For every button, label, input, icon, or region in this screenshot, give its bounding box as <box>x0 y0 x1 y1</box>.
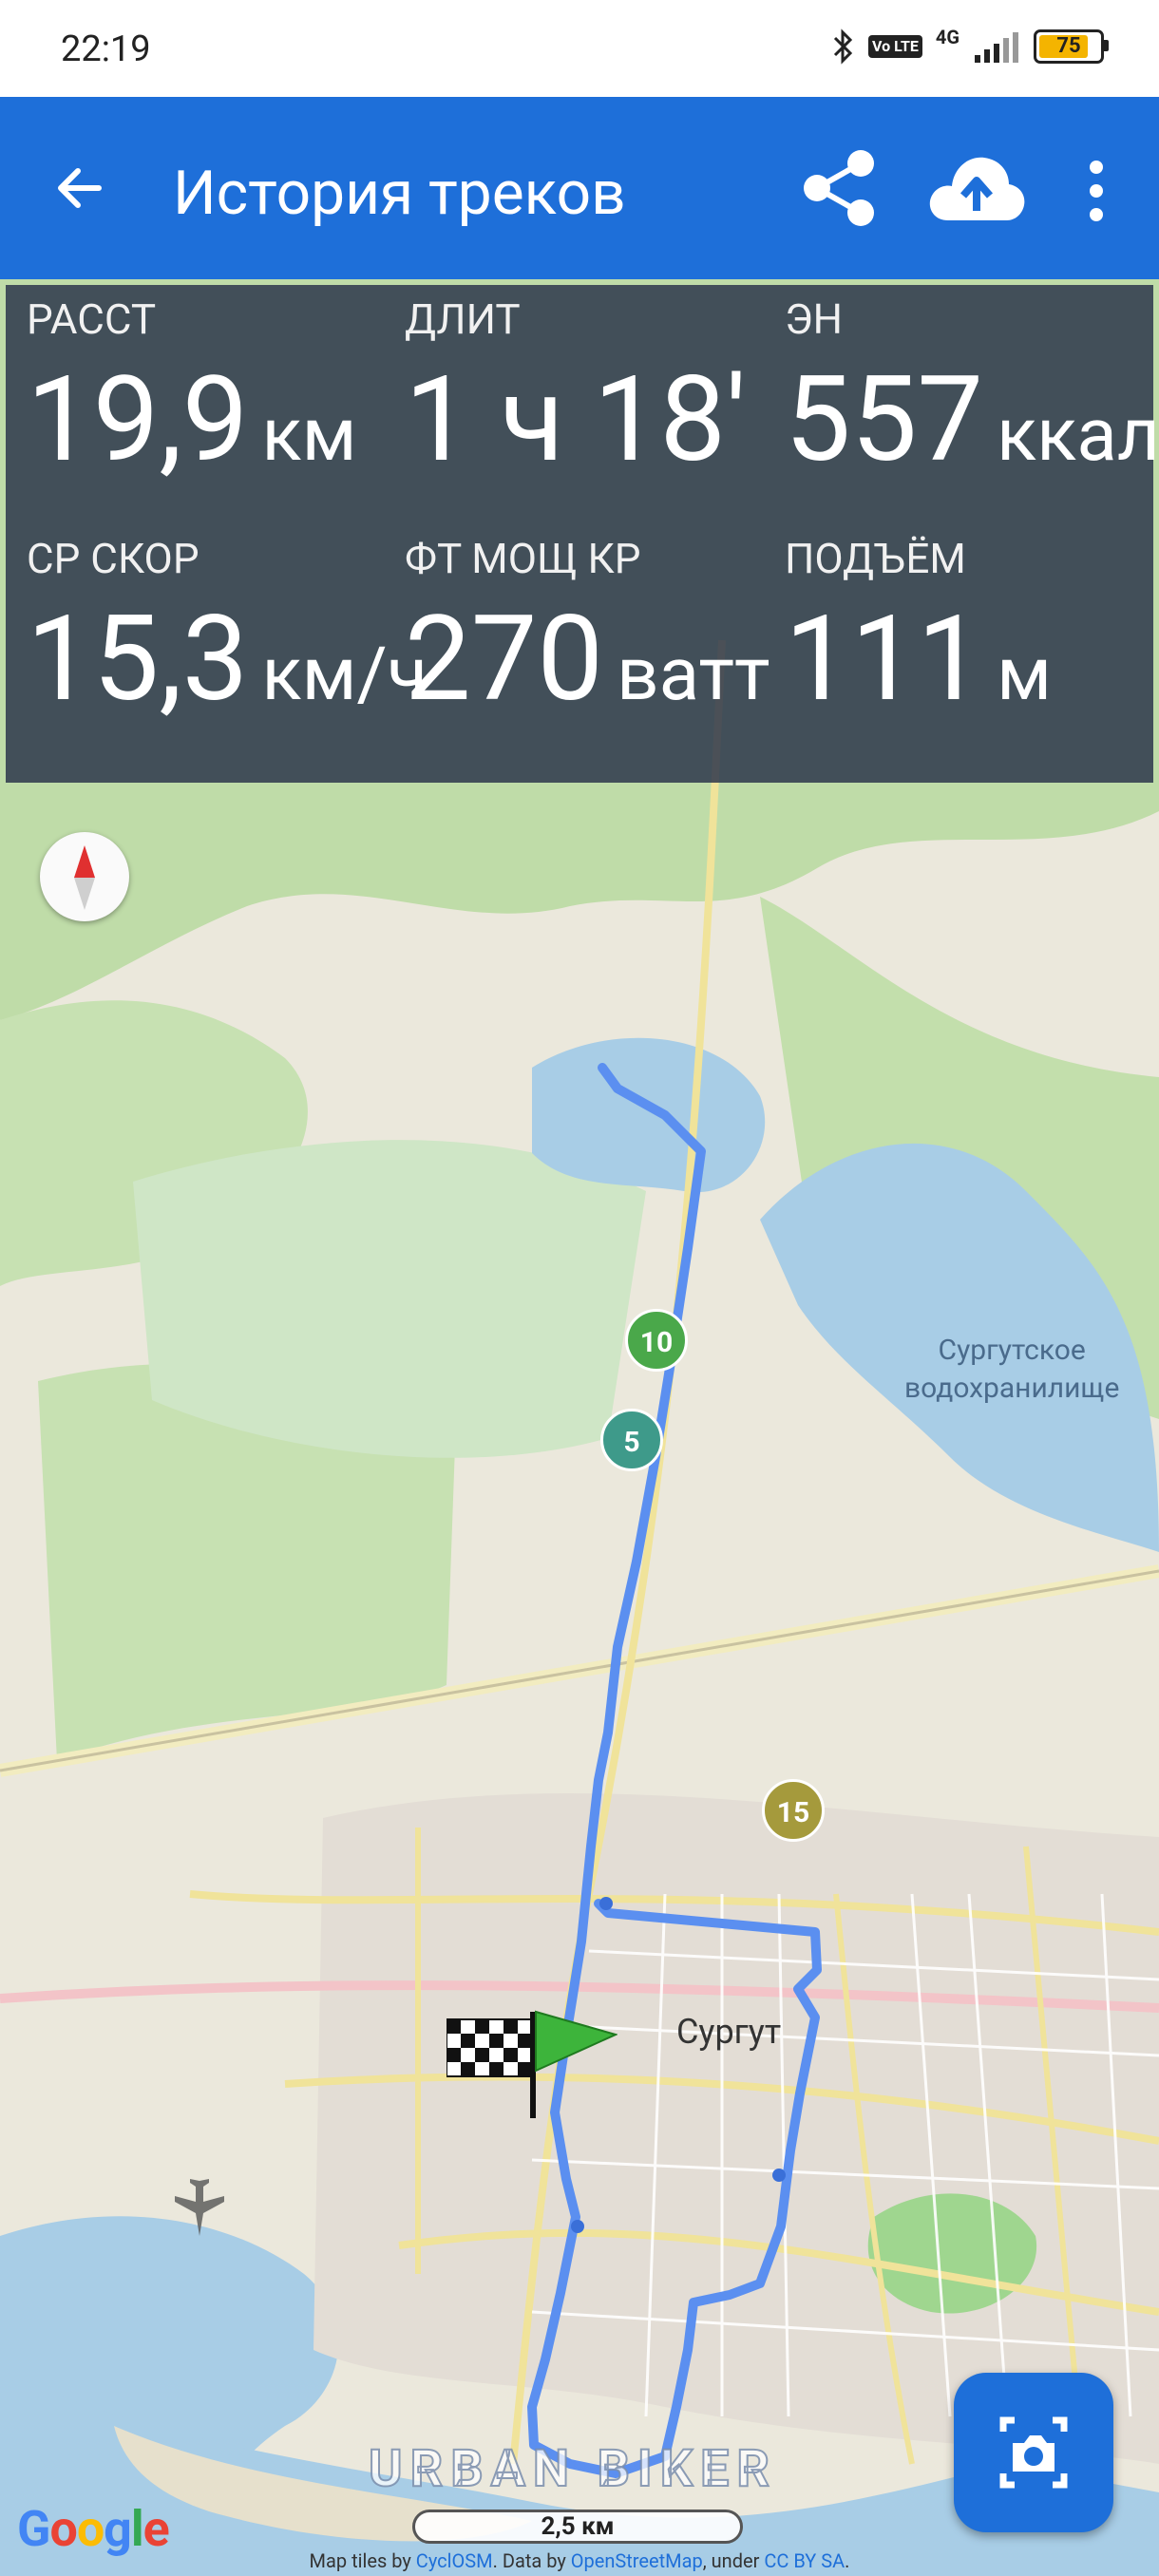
finish-flag-icon <box>446 2018 535 2077</box>
stat-power-value: 270 <box>405 591 604 729</box>
stat-power: ФТ МОЩ КР 270 ватт <box>405 534 770 729</box>
battery-icon: 75 <box>1034 29 1109 64</box>
stat-duration-label: ДЛИТ <box>405 294 521 344</box>
compass-icon <box>74 845 95 910</box>
stat-avg-speed-value: 15,3 <box>27 591 249 729</box>
status-time: 22:19 <box>61 28 151 70</box>
map-scale-bar: 2,5 км <box>412 2510 743 2544</box>
track-stats-panel: РАССТ 19,9 км ДЛИТ 1 ч 18' ЭН 557 ккал СР … <box>6 285 1159 783</box>
license-link[interactable]: CC BY SA <box>764 2549 845 2572</box>
volte-icon: Vo LTE <box>867 35 922 58</box>
status-icons: Vo LTE 4G 75 <box>832 26 1109 65</box>
openstreetmap-link[interactable]: OpenStreetMap <box>571 2549 703 2572</box>
screenshot-button[interactable] <box>954 2373 1113 2532</box>
stat-distance: РАССТ 19,9 км <box>27 294 356 489</box>
page-title: История треков <box>173 158 626 229</box>
cyclosm-link[interactable]: CyclOSM <box>416 2549 493 2572</box>
signal-icon <box>975 32 1018 63</box>
stat-avg-speed-label: СР СКОР <box>27 534 200 583</box>
stat-climb-label: ПОДЪЁМ <box>785 534 966 583</box>
stat-energy-unit: ккал <box>997 392 1159 479</box>
lake-label: Сургутское водохранилище <box>904 1334 1120 1405</box>
stat-climb-value: 111 <box>785 591 984 729</box>
network-type: 4G <box>935 26 960 48</box>
stat-distance-unit: км <box>261 392 357 479</box>
stat-distance-label: РАССТ <box>27 294 157 344</box>
stat-energy: ЭН 557 ккал <box>785 294 1159 489</box>
city-label: Сургут <box>676 2012 782 2052</box>
km-marker-5[interactable]: 5 <box>600 1409 663 1471</box>
stat-duration-value: 1 ч 18' <box>405 351 747 489</box>
km-marker-10[interactable]: 10 <box>625 1309 688 1372</box>
stat-energy-label: ЭН <box>785 294 844 344</box>
status-bar: 22:19 Vo LTE 4G 75 <box>0 0 1159 97</box>
start-flag-icon <box>535 2010 618 2073</box>
app-bar: История треков <box>0 97 1159 279</box>
stat-avg-speed: СР СКОР 15,3 км/ч <box>27 534 428 729</box>
km-marker-15[interactable]: 15 <box>762 1779 825 1842</box>
stat-power-label: ФТ МОЩ КР <box>405 534 641 583</box>
battery-level: 75 <box>1056 34 1081 58</box>
back-arrow-icon[interactable] <box>51 160 108 217</box>
map-attribution: Map tiles by CyclOSM. Data by OpenStreet… <box>309 2549 850 2572</box>
share-icon[interactable] <box>802 148 878 228</box>
stat-duration: ДЛИТ 1 ч 18' <box>405 294 747 489</box>
stat-distance-value: 19,9 <box>27 351 249 489</box>
start-finish-flags-icon[interactable] <box>446 2004 618 2118</box>
stat-climb: ПОДЪЁМ 111 м <box>785 534 1052 729</box>
cloud-upload-icon[interactable] <box>927 152 1026 222</box>
stat-climb-unit: м <box>997 632 1052 718</box>
stat-power-unit: ватт <box>617 632 770 718</box>
stat-avg-speed-unit: км/ч <box>261 632 428 718</box>
more-vert-icon[interactable] <box>1083 158 1110 224</box>
urban-biker-watermark: URBAN BIKER <box>368 2438 778 2500</box>
stat-energy-value: 557 <box>785 351 984 489</box>
compass-button[interactable] <box>40 832 129 921</box>
screenshot-camera-icon <box>999 2416 1068 2489</box>
bluetooth-icon <box>833 28 853 65</box>
